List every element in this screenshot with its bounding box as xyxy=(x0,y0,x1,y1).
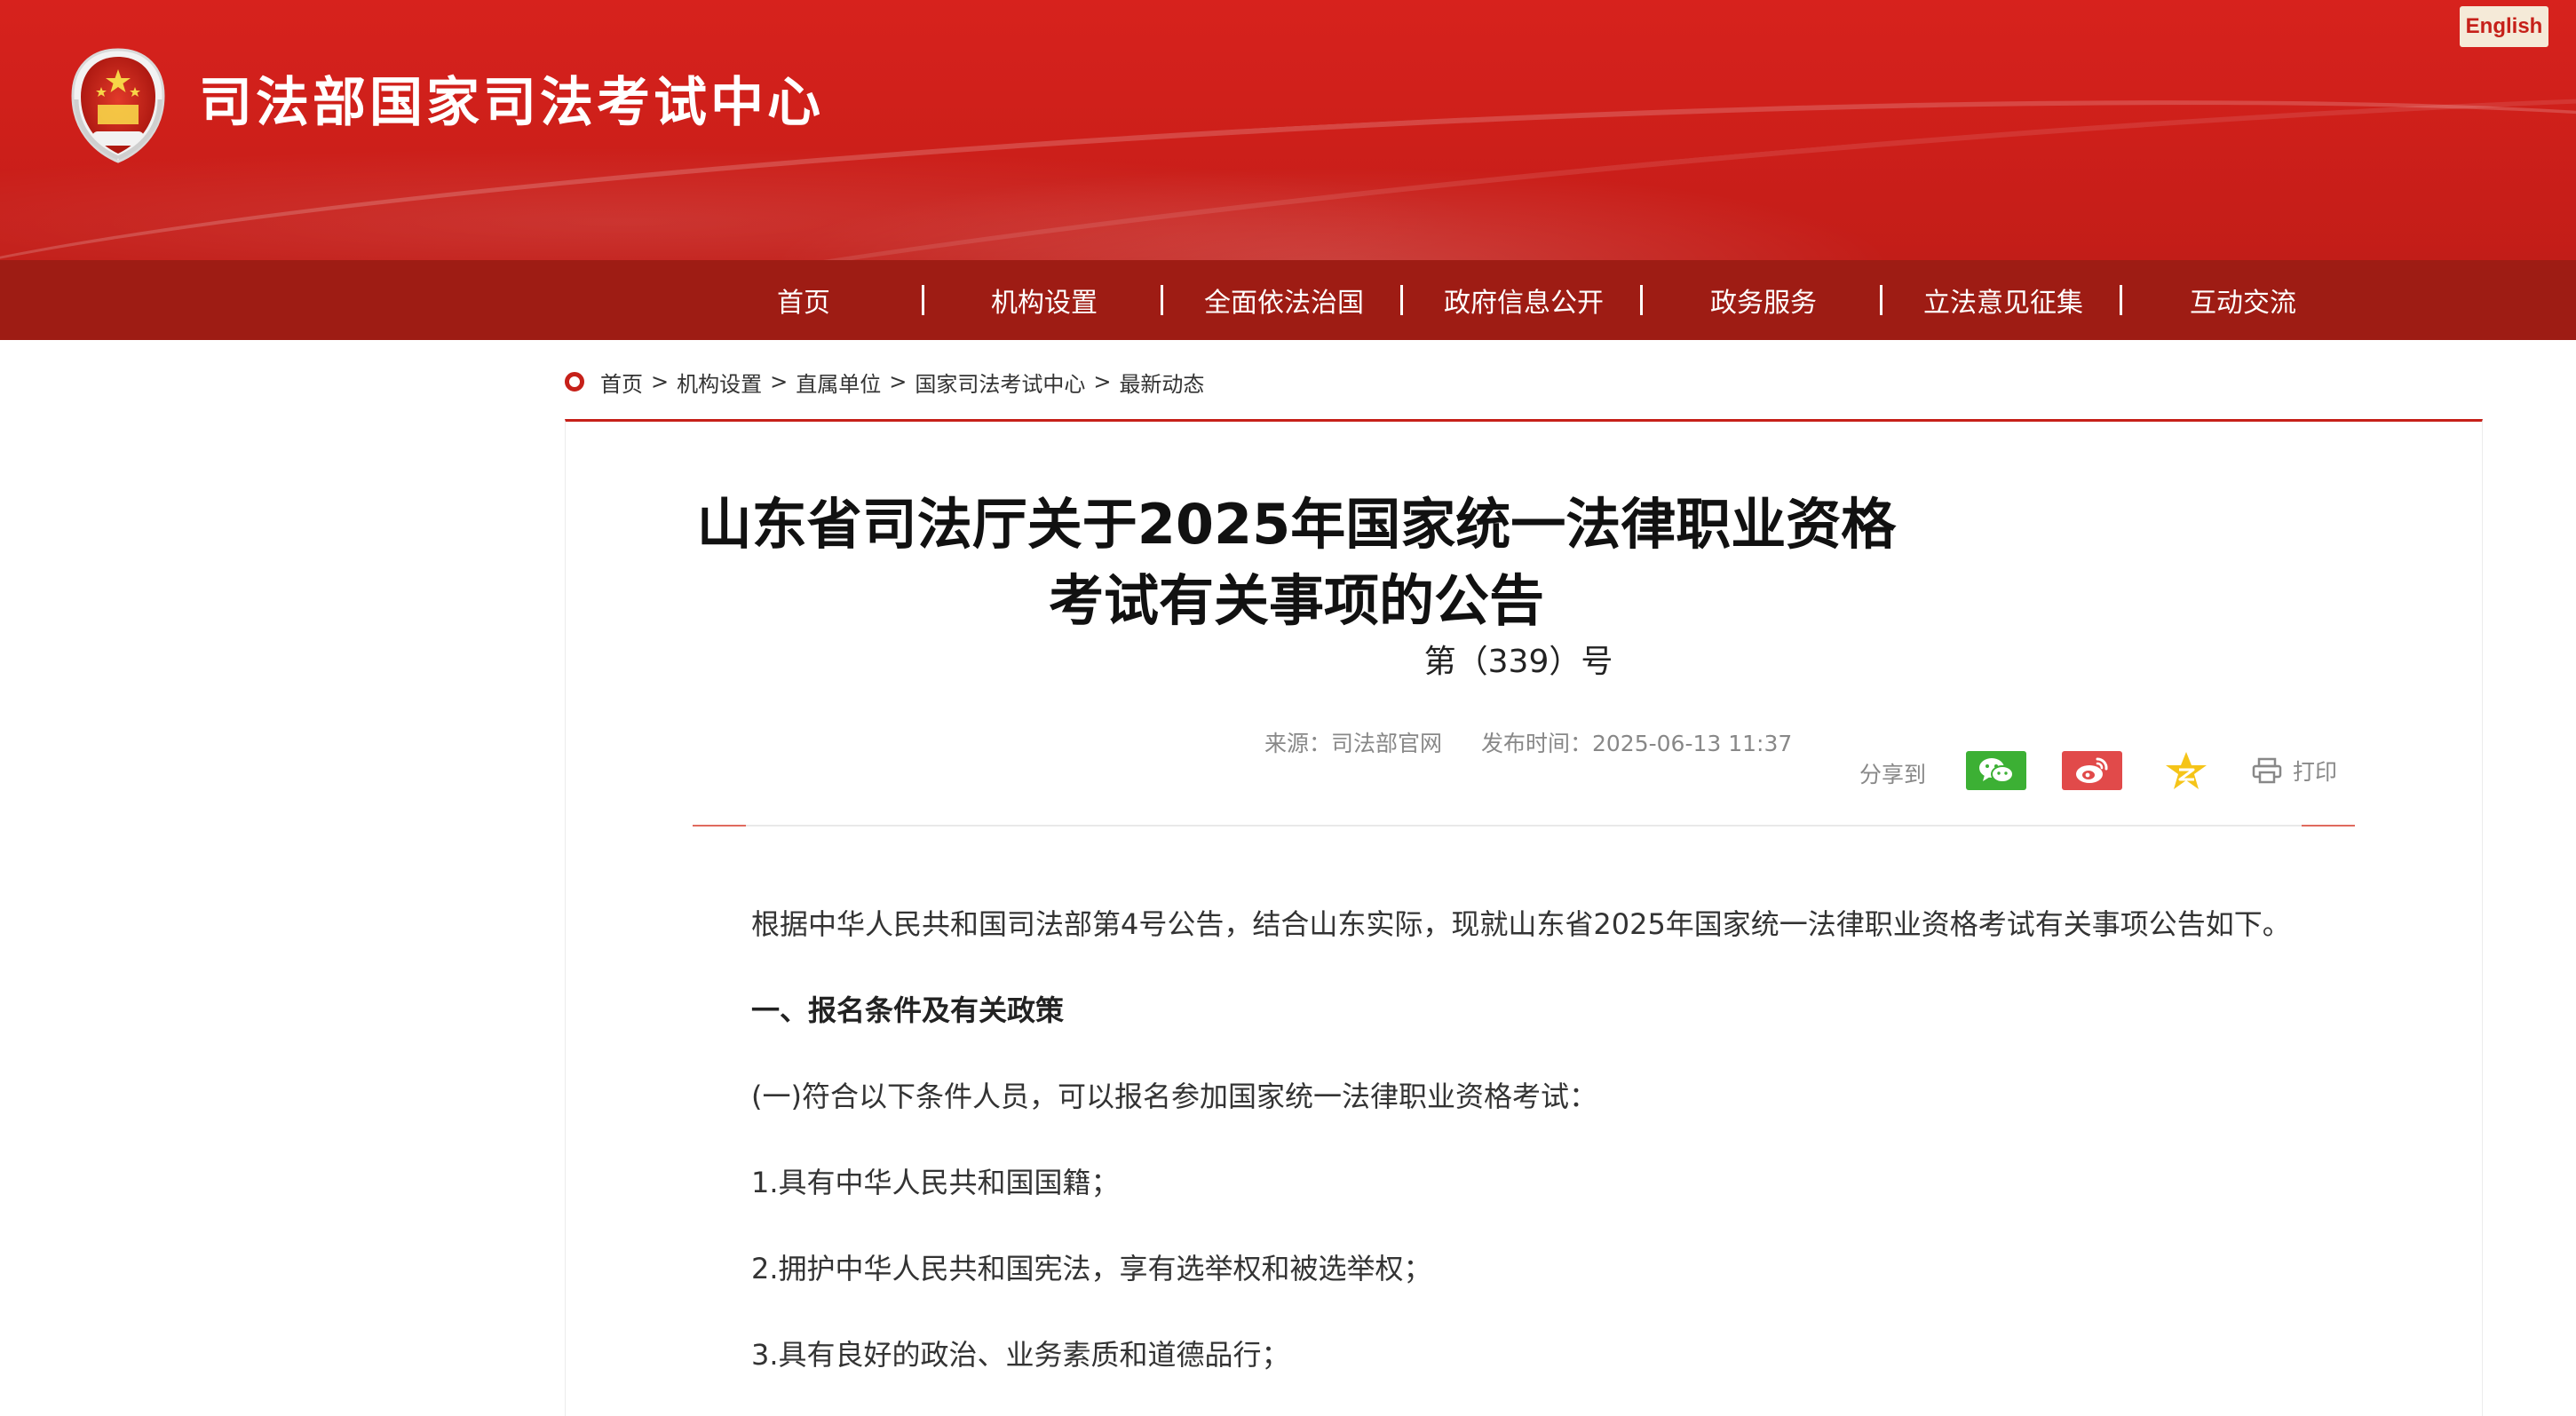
share-label: 分享到 xyxy=(1859,762,1927,787)
title-divider xyxy=(693,825,2355,827)
breadcrumb-separator: > xyxy=(651,369,670,394)
nav-separator xyxy=(1880,285,1882,315)
breadcrumb-separator: > xyxy=(889,369,908,394)
nav-item-rule-of-law[interactable]: 全面依法治国 xyxy=(1186,260,1382,340)
site-title[interactable]: 司法部国家司法考试中心 xyxy=(199,76,824,130)
national-emblem-icon[interactable] xyxy=(64,46,172,167)
section-heading: 一、报名条件及有关政策 xyxy=(751,993,1065,1027)
nav-separator xyxy=(1640,285,1643,315)
printer-icon xyxy=(2252,757,2282,784)
print-label: 打印 xyxy=(2293,759,2338,785)
article-paragraph: 2.拥护中华人民共和国宪法，享有选举权和被选举权； xyxy=(751,1252,1432,1285)
wechat-share-button[interactable] xyxy=(1966,751,2026,790)
weibo-share-button[interactable] xyxy=(2062,751,2122,790)
qzone-share-button[interactable] xyxy=(2156,751,2216,790)
weibo-icon xyxy=(2076,757,2108,783)
article-source: 来源：司法部官网 xyxy=(1264,731,1443,756)
wechat-icon xyxy=(1979,758,2014,783)
nav-item-services[interactable]: 政务服务 xyxy=(1675,260,1852,340)
breadcrumb-separator: > xyxy=(770,369,789,394)
nav-separator xyxy=(2120,285,2122,315)
article-paragraph: (一)符合以下条件人员，可以报名参加国家统一法律职业资格考试： xyxy=(751,1080,1597,1113)
nav-item-interaction[interactable]: 互动交流 xyxy=(2154,260,2332,340)
nav-separator xyxy=(1400,285,1403,315)
qzone-icon xyxy=(2166,752,2207,789)
breadcrumb-item-exam-center[interactable]: 国家司法考试中心 xyxy=(915,367,1085,398)
nav-separator xyxy=(1161,285,1163,315)
nav-item-home[interactable]: 首页 xyxy=(728,260,879,340)
english-button[interactable]: English xyxy=(2460,6,2548,47)
nav-item-organization[interactable]: 机构设置 xyxy=(964,260,1124,340)
article-paragraph: 根据中华人民共和国司法部第4号公告，结合山东实际，现就山东省2025年国家统一法… xyxy=(751,907,2291,941)
divider-accent-left xyxy=(693,825,746,827)
location-icon xyxy=(565,372,584,392)
nav-separator xyxy=(922,285,924,315)
article-paragraph: 1.具有中华人民共和国国籍； xyxy=(751,1166,1120,1199)
breadcrumb: 首页 > 机构设置 > 直属单位 > 国家司法考试中心 > 最新动态 xyxy=(565,364,1204,399)
breadcrumb-item-organization[interactable]: 机构设置 xyxy=(677,367,762,398)
document-number: 第（339）号 xyxy=(1423,644,1613,680)
breadcrumb-item-latest-news[interactable]: 最新动态 xyxy=(1119,367,1204,398)
breadcrumb-item-home[interactable]: 首页 xyxy=(600,367,643,398)
article-title: 山东省司法厅关于2025年国家统一法律职业资格考试有关事项的公告 xyxy=(696,492,1897,633)
breadcrumb-item-direct-units[interactable]: 直属单位 xyxy=(796,367,881,398)
main-nav: 首页 机构设置 全面依法治国 政府信息公开 政务服务 立法意见征集 互动交流 xyxy=(0,260,2576,340)
publish-time: 发布时间：2025-06-13 11:37 xyxy=(1481,731,1793,756)
header-banner: 司法部国家司法考试中心 English xyxy=(0,0,2576,260)
divider-accent-right xyxy=(2302,825,2355,827)
nav-item-gov-info[interactable]: 政府信息公开 xyxy=(1426,260,1621,340)
print-button[interactable]: 打印 xyxy=(2252,753,2337,788)
breadcrumb-separator: > xyxy=(1093,369,1112,394)
nav-item-legislation[interactable]: 立法意见征集 xyxy=(1906,260,2101,340)
article-paragraph: 3.具有良好的政治、业务素质和道德品行； xyxy=(751,1338,1290,1372)
